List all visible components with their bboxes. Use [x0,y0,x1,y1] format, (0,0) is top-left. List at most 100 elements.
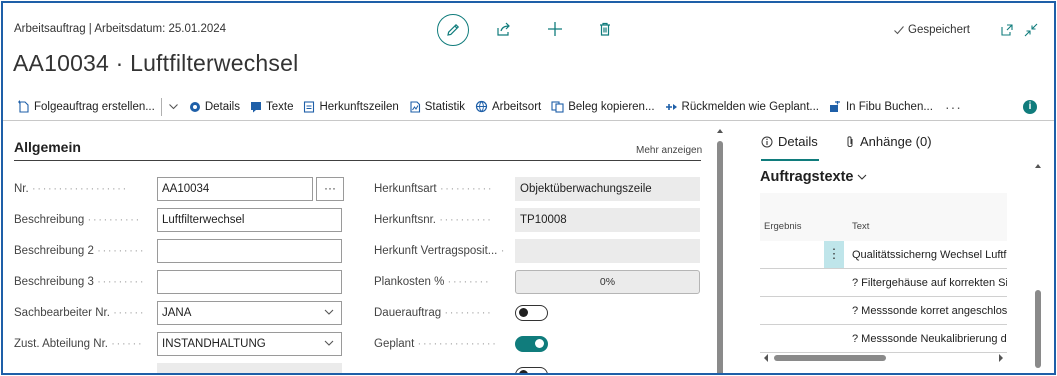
nr-lookup-button[interactable]: ··· [316,177,344,201]
details-button[interactable]: Details [189,101,240,113]
delete-button[interactable] [595,19,615,39]
open-new-window-button[interactable] [997,20,1017,40]
new-document-icon [18,100,29,113]
row-text: ? Messsonde korret angeschlossen [852,305,1007,317]
collapse-icon [1024,23,1038,37]
beleg-kopieren-button[interactable]: Beleg kopieren... [551,100,655,113]
post-icon [829,100,840,112]
toolbar-divider [160,97,162,116]
copy-document-icon [551,100,564,113]
toolbar-expand-button[interactable] [168,101,179,112]
herkunftsart-label: Herkunftsart ·········· [374,183,494,195]
chevron-down-icon [858,174,867,180]
herkunftszeilen-button[interactable]: Herkunftszeilen [303,100,399,113]
dauerauftrag-toggle[interactable] [515,305,548,321]
scroll-right-icon [999,354,1003,362]
tab-attachments[interactable]: Anhänge (0) [845,134,932,149]
followup-button[interactable]: Folgeauftrag erstellen... [17,100,155,113]
content-scrollbar[interactable] [716,125,724,373]
tab-details[interactable]: Details [761,134,818,149]
auftragstexte-grid: Ergebnis Text ⋮ Qualitätssicherng Wechse… [760,193,1007,353]
scrollbar-thumb[interactable] [717,141,723,373]
toggle-knob [519,308,528,317]
sachbearbeiter-select[interactable]: JANA [157,301,342,325]
abteilung-label: Zust. Abteilung Nr. ······ [14,338,144,350]
toggle-knob [519,370,528,373]
beschreibung-label: Beschreibung ·········· [14,214,141,226]
collapse-button[interactable] [1021,20,1041,40]
beschreibung2-field[interactable] [157,239,342,263]
section-title[interactable]: Allgemein [14,139,81,155]
plankosten-progress: 0% [515,270,700,294]
table-row[interactable]: ? Filtergehäuse auf korrekten Sitz [760,269,1007,297]
arbeitsort-button[interactable]: Arbeitsort [475,100,541,113]
share-button[interactable] [494,19,514,39]
active-tab-indicator [761,159,819,161]
panel-scrollbar[interactable] [1033,158,1043,368]
report-back-icon [665,103,677,110]
new-button[interactable] [545,19,565,39]
abteilung-value: INSTANDHALTUNG [162,338,266,350]
action-bar: Folgeauftrag erstellen... Details Texte … [3,93,1054,121]
tab-attachments-label: Anhänge (0) [860,134,932,149]
row-text: ? Filtergehäuse auf korrekten Sitz [852,277,1007,289]
column-header-text[interactable]: Text [852,221,869,232]
rueckmelden-button[interactable]: Rückmelden wie Geplant... [665,101,819,113]
herkunftsnr-field: TP10008 [515,208,700,232]
rueckmelden-label: Rückmelden wie Geplant... [681,100,819,113]
beschreibung-field[interactable]: Luftfilterwechsel [157,208,342,232]
plus-icon [548,22,562,36]
paperclip-icon [847,135,853,147]
scroll-up-icon [717,129,723,133]
location-icon [475,100,488,113]
abteilung-select[interactable]: INSTANDHALTUNG [157,332,342,356]
details-icon [189,101,200,112]
scroll-up-icon [1035,164,1041,168]
statistik-button[interactable]: Statistik [409,101,465,113]
table-row[interactable]: ? Messsonde Neukalibrierung durchführen [760,325,1007,353]
scrollbar-thumb[interactable] [774,355,886,361]
edit-button[interactable] [437,14,469,46]
texte-button[interactable]: Texte [250,101,293,113]
toggle-knob [535,339,544,348]
followup-label: Folgeauftrag erstellen... [34,100,155,113]
beschreibung3-label: Beschreibung 3 ········· [14,276,146,288]
statistics-icon [410,100,420,113]
nr-field[interactable]: AA10034 [157,177,313,201]
column-header-result[interactable]: Ergebnis [764,221,802,232]
herkunftsart-field: Objektüberwachungszeile [515,177,700,201]
sachbearbeiter-value: JANA [162,307,192,319]
geplant-toggle[interactable] [515,336,548,352]
vertragsposition-field [515,239,700,263]
document-lines-icon [304,100,315,113]
geplant-label: Geplant ··············· [374,338,498,350]
chevron-down-icon [324,340,334,346]
beschreibung3-field[interactable] [157,270,342,294]
save-status: Gespeichert [893,24,970,36]
page-subtitle: Arbeitsauftrag | Arbeitsdatum: 25.01.202… [14,23,227,35]
arbeitsort-label: Arbeitsort [492,100,542,113]
scrollbar-thumb[interactable] [1035,290,1041,368]
herkunftsnr-label: Herkunftsnr. ·········· [374,214,493,226]
show-more-link[interactable]: Mehr anzeigen [636,145,702,156]
row-menu-button[interactable]: ⋮ [824,241,844,268]
tab-details-label: Details [778,134,818,149]
saved-label: Gespeichert [908,24,971,36]
fibu-buchen-button[interactable]: In Fibu Buchen... [829,100,933,113]
table-row[interactable]: ⋮ Qualitätssicherng Wechsel Luftfilter [760,241,1007,269]
table-row[interactable]: ? Messsonde korret angeschlossen [760,297,1007,325]
details-label: Details [204,100,240,113]
vertragsposition-label: Herkunft Vertragsposit... · [374,245,506,257]
info-circle-icon [761,136,773,147]
fibu-buchen-label: In Fibu Buchen... [845,100,933,113]
app-window: Arbeitsauftrag | Arbeitsdatum: 25.01.202… [1,1,1056,375]
auftragstexte-title[interactable]: Auftragstexte [760,169,868,185]
more-actions-button[interactable]: ··· [945,99,962,115]
chevron-down-icon [168,104,178,110]
info-icon[interactable]: i [1023,100,1037,114]
grid-horizontal-scrollbar[interactable] [760,351,1007,365]
row-text: Qualitätssicherng Wechsel Luftfilter [852,249,1007,261]
partial-field [157,363,342,373]
row-text: ? Messsonde Neukalibrierung durchführen [852,333,1007,345]
partial-toggle[interactable] [515,367,548,373]
